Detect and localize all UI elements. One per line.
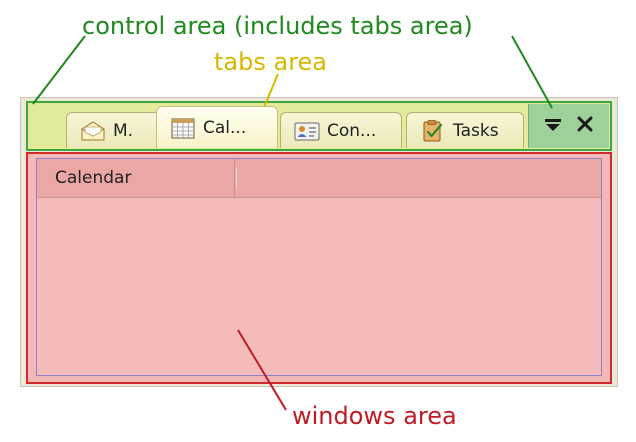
contact-card-icon: [293, 119, 321, 143]
column-header-calendar[interactable]: Calendar: [37, 159, 237, 197]
calendar-icon: [169, 116, 197, 140]
tab-label: Con...: [327, 120, 377, 141]
control-area-label: control area (includes tabs area): [82, 12, 473, 40]
menu-dropdown-icon: [544, 117, 562, 136]
close-button[interactable]: [576, 116, 594, 136]
windows-area: Calendar: [26, 152, 612, 384]
tab-calendar[interactable]: Cal...: [156, 106, 278, 148]
header-row: Calendar: [37, 159, 601, 198]
tab-tasks[interactable]: Tasks: [406, 112, 524, 148]
tab-contacts[interactable]: Con...: [280, 112, 402, 148]
menu-dropdown-button[interactable]: [544, 117, 562, 135]
tabs-area-label: tabs area: [214, 48, 328, 76]
diagram-stage: control area (includes tabs area) tabs a…: [0, 0, 636, 442]
tab-label: Cal...: [203, 117, 247, 138]
windows-area-label: windows area: [292, 402, 457, 430]
close-icon: [577, 116, 593, 136]
mail-icon: [79, 119, 107, 143]
tabs-area: M. Con... Tasks Cal...: [30, 104, 528, 148]
tab-label: Tasks: [453, 120, 499, 141]
tasks-icon: [419, 119, 447, 143]
column-header-label: Calendar: [55, 168, 132, 188]
control-buttons: [528, 104, 609, 148]
calendar-panel: Calendar: [36, 158, 602, 376]
tab-label: M.: [113, 120, 134, 141]
control-area-pointer-left: [32, 35, 86, 105]
